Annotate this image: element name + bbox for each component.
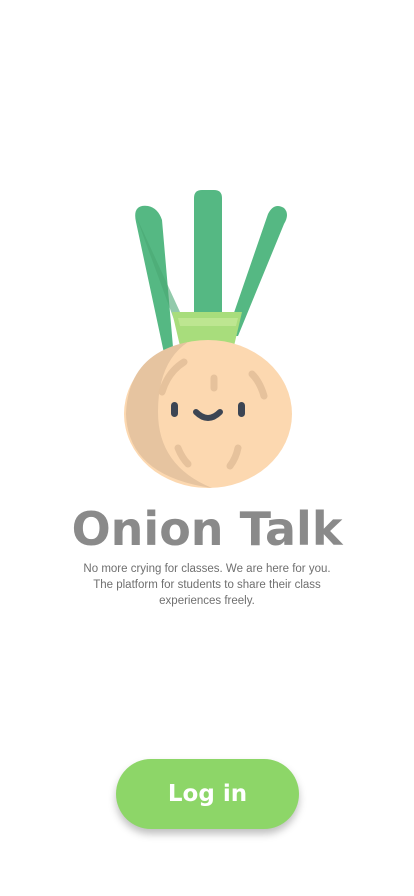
onion-mascot-icon	[124, 190, 292, 488]
left-eye	[171, 402, 178, 417]
tagline-line: experiences freely.	[159, 595, 255, 607]
right-eye	[238, 402, 245, 417]
tagline: No more crying for classes. We are here …	[62, 561, 352, 609]
tagline-line: The platform for students to share their…	[93, 579, 321, 591]
tagline-line: No more crying for classes. We are here …	[83, 563, 331, 575]
login-button[interactable]: Log in	[116, 759, 299, 829]
welcome-screen: Onion Talk No more crying for classes. W…	[0, 0, 414, 896]
neck-highlight	[178, 318, 238, 326]
app-title: Onion Talk	[71, 502, 343, 556]
login-button-label: Log in	[167, 781, 248, 807]
